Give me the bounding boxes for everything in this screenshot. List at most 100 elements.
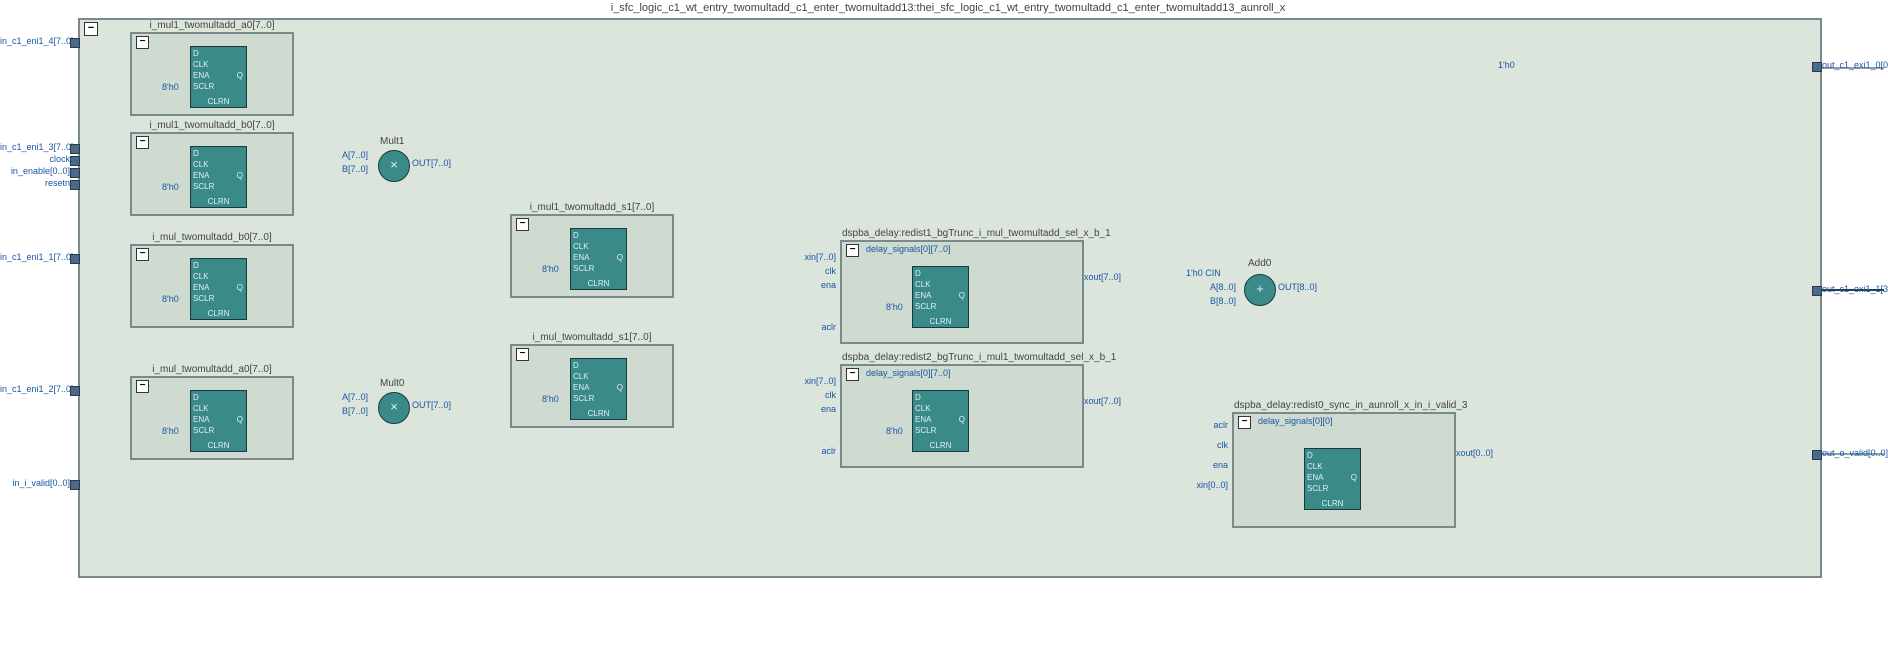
block-collapse-button[interactable]: − (1238, 416, 1251, 429)
op-label-add0: Add0 (1248, 258, 1271, 269)
block-mul-s1[interactable]: i_mul_twomultadd_s1[7..0] − 8'h0 D CLK E… (510, 344, 674, 428)
pin-clk: CLK (915, 280, 931, 289)
register[interactable]: D CLK ENA SCLR CLRN Q (570, 228, 627, 290)
const-label: 8'h0 (542, 264, 559, 274)
pin-sclr: SCLR (915, 302, 936, 311)
op-pin-out: OUT[7..0] (412, 400, 451, 410)
pin-ena: ENA (193, 283, 209, 292)
port-in-eni1-2[interactable]: in_c1_eni1_2[7..0] (0, 384, 70, 394)
port-aclr: aclr (796, 446, 836, 456)
port-pin-icon (70, 180, 80, 190)
port-pin-icon (70, 144, 80, 154)
pin-clrn: CLRN (191, 441, 246, 450)
op-pin-out: OUT[8..0] (1278, 282, 1317, 292)
register[interactable]: D CLK ENA SCLR CLRN Q (912, 266, 969, 328)
port-in-resetn[interactable]: resetn (0, 178, 70, 188)
port-out-o-valid[interactable]: out_o_valid[0..0] (1822, 448, 1888, 458)
const-label: 8'h0 (162, 182, 179, 192)
pin-clrn: CLRN (191, 309, 246, 318)
block-title: dspba_delay:redist0_sync_in_aunroll_x_in… (1234, 400, 1454, 411)
port-out-exi1-0[interactable]: out_c1_exi1_0[0..0] (1822, 60, 1888, 70)
block-title: dspba_delay:redist2_bgTrunc_i_mul1_twomu… (842, 352, 1082, 363)
port-in-eni1-3[interactable]: in_c1_eni1_3[7..0] (0, 142, 70, 152)
pin-ena: ENA (915, 291, 931, 300)
pin-clk: CLK (193, 60, 209, 69)
port-pin-icon (1812, 450, 1822, 460)
block-collapse-button[interactable]: − (136, 136, 149, 149)
port-xout: xout[0..0] (1456, 448, 1493, 458)
block-collapse-button[interactable]: − (136, 248, 149, 261)
multiplier-icon[interactable]: × (378, 392, 410, 424)
pin-d: D (573, 231, 579, 240)
port-in-clock[interactable]: clock (0, 154, 70, 164)
port-ena: ena (796, 404, 836, 414)
register[interactable]: D CLK ENA SCLR CLRN Q (570, 358, 627, 420)
block-redist2[interactable]: dspba_delay:redist2_bgTrunc_i_mul1_twomu… (840, 364, 1084, 468)
pin-clrn: CLRN (571, 279, 626, 288)
register[interactable]: D CLK ENA SCLR CLRN Q (1304, 448, 1361, 510)
port-pin-icon (70, 480, 80, 490)
adder-icon[interactable]: + (1244, 274, 1276, 306)
port-in-eni1-1[interactable]: in_c1_eni1_1[7..0] (0, 252, 70, 262)
block-title: i_mul1_twomultadd_a0[7..0] (132, 20, 292, 31)
block-mul-b0[interactable]: i_mul_twomultadd_b0[7..0] − 8'h0 D CLK E… (130, 244, 294, 328)
port-in-enable[interactable]: in_enable[0..0] (0, 166, 70, 176)
block-mul1-a0[interactable]: i_mul1_twomultadd_a0[7..0] − 8'h0 D CLK … (130, 32, 294, 116)
pin-q: Q (617, 253, 623, 262)
pin-q: Q (237, 171, 243, 180)
pin-clrn: CLRN (571, 409, 626, 418)
block-mul1-b0[interactable]: i_mul1_twomultadd_b0[7..0] − 8'h0 D CLK … (130, 132, 294, 216)
pin-q: Q (237, 71, 243, 80)
block-collapse-button[interactable]: − (136, 380, 149, 393)
multiplier-icon[interactable]: × (378, 150, 410, 182)
const-label: 8'h0 (886, 426, 903, 436)
pin-d: D (193, 393, 199, 402)
const-label: 8'h0 (162, 82, 179, 92)
module-collapse-button[interactable]: − (84, 22, 98, 36)
port-pin-icon (70, 168, 80, 178)
pin-sclr: SCLR (573, 264, 594, 273)
block-mul1-s1[interactable]: i_mul1_twomultadd_s1[7..0] − 8'h0 D CLK … (510, 214, 674, 298)
block-box-label: delay_signals[0][7..0] (866, 368, 951, 378)
block-collapse-button[interactable]: − (136, 36, 149, 49)
port-xin: xin[0..0] (1188, 480, 1228, 490)
port-in-i-valid[interactable]: in_i_valid[0..0] (0, 478, 70, 488)
const-label: 8'h0 (886, 302, 903, 312)
pin-q: Q (959, 291, 965, 300)
register[interactable]: D CLK ENA SCLR CLRN Q (190, 46, 247, 108)
block-collapse-button[interactable]: − (846, 244, 859, 257)
pin-sclr: SCLR (193, 426, 214, 435)
block-redist0[interactable]: dspba_delay:redist0_sync_in_aunroll_x_in… (1232, 412, 1456, 528)
register[interactable]: D CLK ENA SCLR CLRN Q (912, 390, 969, 452)
pin-clk: CLK (573, 372, 589, 381)
register[interactable]: D CLK ENA SCLR CLRN Q (190, 258, 247, 320)
block-redist1[interactable]: dspba_delay:redist1_bgTrunc_i_mul_twomul… (840, 240, 1084, 344)
pin-ena: ENA (1307, 473, 1323, 482)
block-mul-a0[interactable]: i_mul_twomultadd_a0[7..0] − 8'h0 D CLK E… (130, 376, 294, 460)
port-clk: clk (796, 390, 836, 400)
pin-d: D (915, 269, 921, 278)
pin-sclr: SCLR (193, 182, 214, 191)
port-pin-icon (70, 156, 80, 166)
pin-sclr: SCLR (915, 426, 936, 435)
pin-d: D (193, 261, 199, 270)
block-collapse-button[interactable]: − (516, 218, 529, 231)
block-collapse-button[interactable]: − (516, 348, 529, 361)
pin-clrn: CLRN (191, 197, 246, 206)
port-in-eni1-4[interactable]: in_c1_eni1_4[7..0] (0, 36, 70, 46)
block-collapse-button[interactable]: − (846, 368, 859, 381)
pin-sclr: SCLR (193, 82, 214, 91)
pin-clrn: CLRN (191, 97, 246, 106)
pin-clk: CLK (573, 242, 589, 251)
pin-sclr: SCLR (193, 294, 214, 303)
register[interactable]: D CLK ENA SCLR CLRN Q (190, 146, 247, 208)
port-clk: clk (796, 266, 836, 276)
port-clk: clk (1188, 440, 1228, 450)
port-ena: ena (1188, 460, 1228, 470)
block-title: dspba_delay:redist1_bgTrunc_i_mul_twomul… (842, 228, 1082, 239)
register[interactable]: D CLK ENA SCLR CLRN Q (190, 390, 247, 452)
pin-clk: CLK (193, 404, 209, 413)
pin-clk: CLK (193, 272, 209, 281)
op-pin-a: A[7..0] (342, 150, 368, 160)
port-out-exi1-1[interactable]: out_c1_exi1_1[31..0] (1822, 284, 1888, 294)
